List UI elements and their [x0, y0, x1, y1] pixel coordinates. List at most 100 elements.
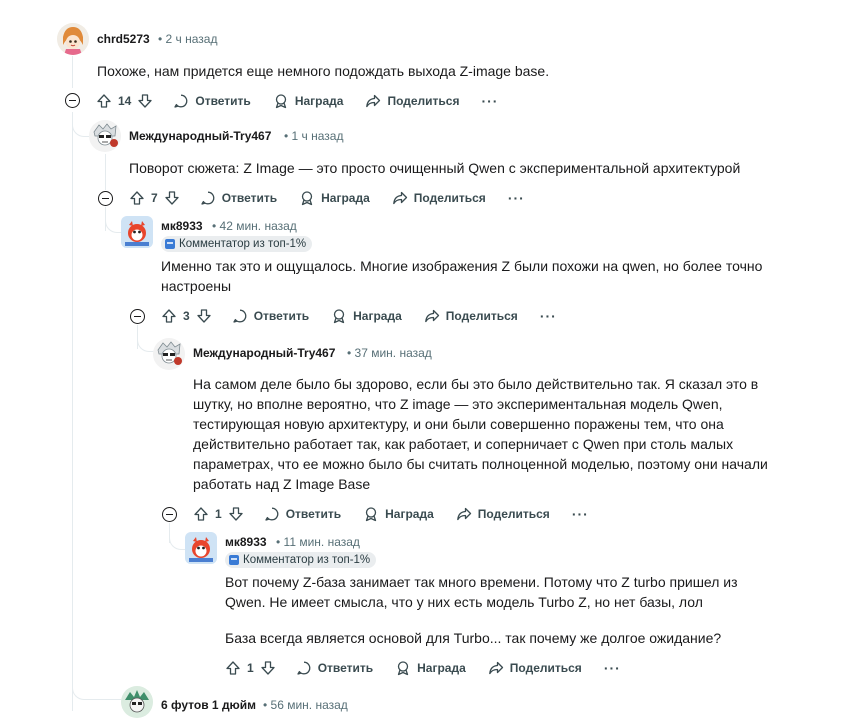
arrow-down-icon[interactable]: [228, 506, 244, 522]
share-label: Поделиться: [509, 661, 582, 675]
speech-bubble-icon: [264, 506, 280, 522]
username[interactable]: chrd5273: [97, 32, 150, 46]
more-options-button[interactable]: ···: [572, 506, 589, 522]
username[interactable]: 6 футов 1 дюйм: [161, 698, 256, 712]
username[interactable]: мк8933: [225, 535, 267, 549]
thread-line: [72, 56, 73, 88]
comment-paragraph: Похоже, нам придется еще немного подожда…: [97, 63, 550, 79]
avatar[interactable]: [89, 120, 121, 152]
reply-button[interactable]: Ответить: [173, 93, 251, 109]
reply-button[interactable]: Ответить: [296, 660, 373, 676]
share-button[interactable]: Поделиться: [392, 190, 486, 206]
flair-badge-icon: [165, 239, 175, 249]
share-arrow-icon: [392, 190, 408, 206]
comment-body: На самом деле было бы здорово, если бы э…: [193, 374, 781, 494]
arrow-down-icon[interactable]: [164, 190, 180, 206]
collapse-button[interactable]: [98, 191, 113, 206]
award-button[interactable]: Награда: [299, 190, 370, 206]
timestamp[interactable]: • 37 мин. назад: [347, 346, 432, 360]
comment-body: Именно так это и ощущалось. Многие изобр…: [161, 256, 801, 296]
vote-count: 1: [215, 507, 222, 521]
award-button[interactable]: Награда: [331, 308, 402, 324]
share-label: Поделиться: [387, 94, 460, 108]
comment-body: Похоже, нам придется еще немного подожда…: [97, 61, 837, 81]
speech-bubble-icon: [200, 190, 216, 206]
comment-paragraph: Именно так это и ощущалось. Многие изобр…: [161, 258, 763, 294]
share-button[interactable]: Поделиться: [365, 93, 459, 109]
avatar[interactable]: [185, 532, 217, 564]
share-label: Поделиться: [445, 309, 518, 323]
arrow-up-icon[interactable]: [129, 190, 145, 206]
comment-actions: 7 Ответить Награда Поделиться ···: [129, 182, 547, 214]
comment-actions: 1 Ответить Награда Поделиться ···: [193, 498, 611, 530]
award-button[interactable]: Награда: [395, 660, 466, 676]
arrow-down-icon[interactable]: [196, 308, 212, 324]
award-button[interactable]: Награда: [363, 506, 434, 522]
arrow-down-icon[interactable]: [260, 660, 276, 676]
username[interactable]: мк8933: [161, 219, 203, 233]
user-flair: Комментатор из топ-1%: [161, 236, 313, 252]
award-label: Награда: [385, 507, 434, 521]
share-button[interactable]: Поделиться: [488, 660, 582, 676]
avatar[interactable]: [121, 216, 153, 248]
more-options-button[interactable]: ···: [508, 190, 525, 206]
arrow-up-icon[interactable]: [225, 660, 241, 676]
speech-bubble-icon: [173, 93, 189, 109]
user-flair: Комментатор из топ-1%: [225, 552, 377, 568]
reply-button[interactable]: Ответить: [200, 190, 277, 206]
share-button[interactable]: Поделиться: [424, 308, 518, 324]
award-label: Награда: [417, 661, 466, 675]
vote-count: 14: [118, 94, 132, 108]
share-arrow-icon: [365, 93, 381, 109]
award-label: Награда: [294, 94, 344, 108]
award-icon: [273, 93, 289, 109]
more-options-button[interactable]: ···: [481, 93, 498, 109]
vote-group: 7: [129, 190, 180, 206]
thread-line: [105, 154, 106, 190]
avatar[interactable]: [153, 338, 185, 370]
comment-paragraph: База всегда является основой для Turbo..…: [225, 630, 722, 646]
comment-paragraph: На самом деле было бы здорово, если бы э…: [193, 376, 768, 492]
comment-paragraph: Поворот сюжета: Z Image — это просто очи…: [129, 160, 741, 176]
comment-actions: 14 Ответить Награда Поделиться ···: [96, 85, 520, 117]
reply-label: Ответить: [317, 661, 374, 675]
award-icon: [395, 660, 411, 676]
vote-count: 1: [247, 661, 254, 675]
flair-text: Комментатор из топ-1%: [243, 554, 371, 566]
more-options-button[interactable]: ···: [540, 308, 557, 324]
thread-connector: [105, 210, 122, 233]
share-button[interactable]: Поделиться: [456, 506, 550, 522]
timestamp[interactable]: • 11 мин. назад: [276, 535, 360, 549]
username[interactable]: Международный-Try467: [193, 346, 335, 360]
timestamp[interactable]: • 56 мин. назад: [263, 698, 348, 712]
reply-button[interactable]: Ответить: [264, 506, 341, 522]
more-options-button[interactable]: ···: [604, 660, 621, 676]
username[interactable]: Международный-Try467: [129, 129, 271, 143]
collapse-button[interactable]: [130, 309, 145, 324]
timestamp[interactable]: • 42 мин. назад: [212, 219, 297, 233]
arrow-up-icon[interactable]: [193, 506, 209, 522]
reply-button[interactable]: Ответить: [232, 308, 309, 324]
reply-label: Ответить: [195, 94, 251, 108]
share-arrow-icon: [424, 308, 440, 324]
speech-bubble-icon: [232, 308, 248, 324]
share-arrow-icon: [456, 506, 472, 522]
arrow-down-icon[interactable]: [137, 93, 153, 109]
avatar[interactable]: [57, 23, 89, 55]
speech-bubble-icon: [296, 660, 312, 676]
award-icon: [331, 308, 347, 324]
arrow-up-icon[interactable]: [96, 93, 112, 109]
vote-count: 3: [183, 309, 190, 323]
award-button[interactable]: Награда: [273, 93, 344, 109]
share-label: Поделиться: [477, 507, 550, 521]
collapse-button[interactable]: [162, 507, 177, 522]
comment-actions: 1 Ответить Награда Поделиться ···: [225, 652, 643, 684]
collapse-button[interactable]: [65, 93, 80, 108]
comment-paragraph: Вот почему Z-база занимает так много вре…: [225, 574, 738, 610]
arrow-up-icon[interactable]: [161, 308, 177, 324]
timestamp[interactable]: • 1 ч назад: [284, 129, 343, 143]
timestamp[interactable]: • 2 ч назад: [158, 32, 217, 46]
award-label: Награда: [353, 309, 402, 323]
vote-group: 14: [96, 93, 153, 109]
avatar[interactable]: [121, 686, 153, 718]
